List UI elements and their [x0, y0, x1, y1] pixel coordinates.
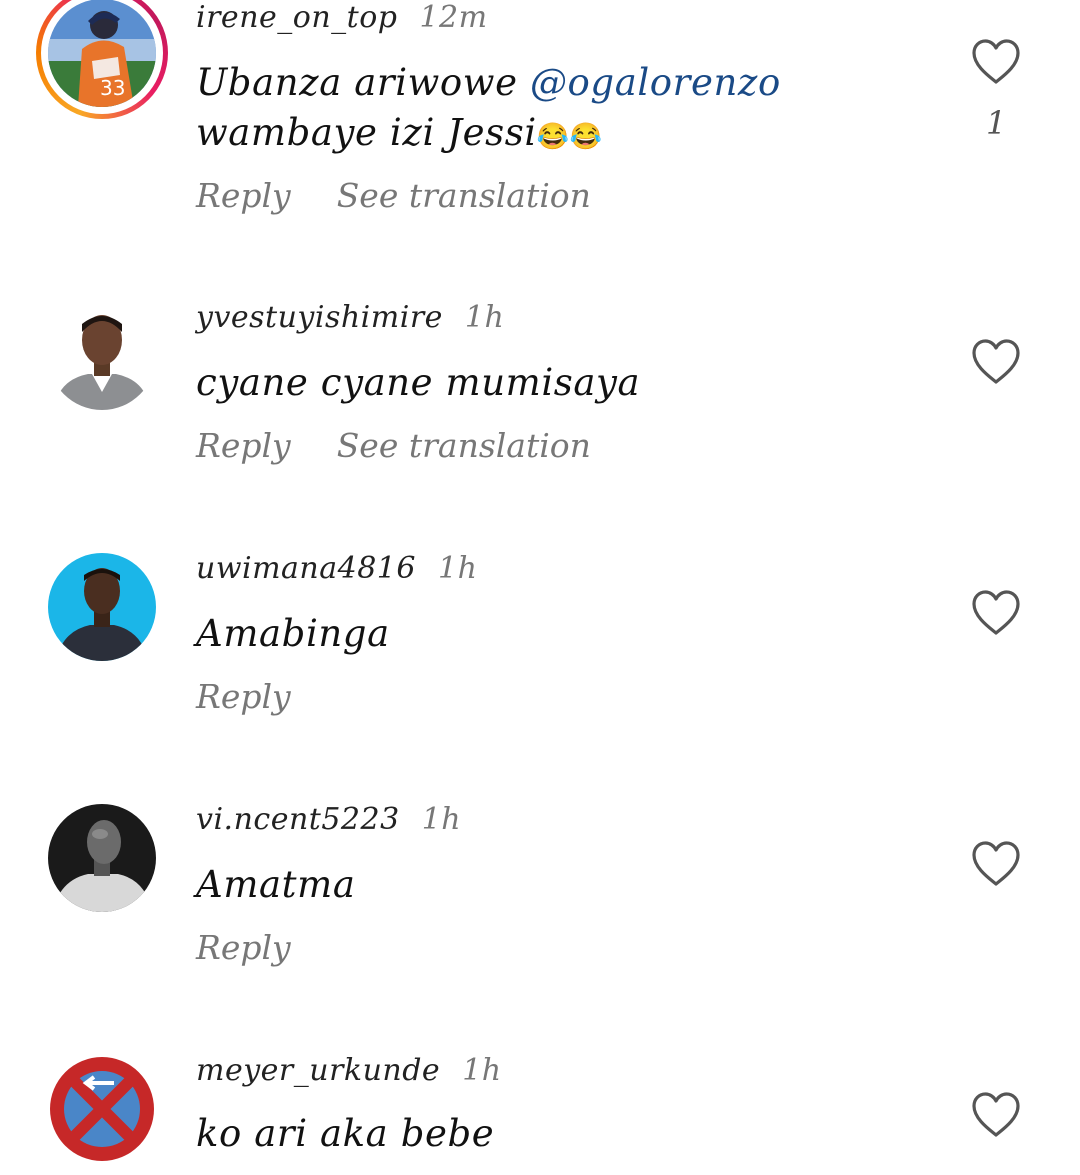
heart-icon[interactable] — [970, 338, 1022, 386]
timestamp: 1h — [421, 802, 462, 837]
no-stopping-sign-icon — [48, 1055, 156, 1163]
username-link[interactable]: irene_on_top — [196, 0, 397, 35]
heart-icon[interactable] — [970, 38, 1022, 86]
heart-icon[interactable] — [970, 1091, 1022, 1139]
timestamp: 12m — [419, 0, 488, 35]
comment-meta: meyer_urkunde 1h — [196, 1053, 502, 1088]
username-link[interactable]: yvestuyishimire — [196, 300, 443, 335]
avatar[interactable] — [48, 804, 156, 912]
avatar[interactable] — [48, 553, 156, 661]
heart-icon[interactable] — [970, 840, 1022, 888]
see-translation-button[interactable]: See translation — [337, 176, 591, 215]
avatar[interactable] — [48, 1055, 156, 1163]
avatar[interactable] — [48, 302, 156, 410]
username-link[interactable]: vi.ncent5223 — [196, 802, 400, 837]
reply-button[interactable]: Reply — [196, 677, 291, 716]
like-count: 1 — [986, 104, 1007, 142]
see-translation-button[interactable]: See translation — [337, 426, 591, 465]
laugh-emoji: 😂😂 — [536, 122, 603, 152]
comment-text: ko ari aka bebe — [196, 1112, 495, 1155]
reply-button[interactable]: Reply — [196, 176, 291, 215]
svg-text:33: 33 — [100, 76, 125, 100]
comment-meta: uwimana4816 1h — [196, 551, 477, 586]
heart-icon[interactable] — [970, 589, 1022, 637]
mention-link[interactable]: @ogalorenzo — [530, 61, 781, 104]
comment-text: Amatma — [196, 863, 356, 906]
timestamp: 1h — [464, 300, 505, 335]
comment-actions: Reply See translation — [196, 426, 591, 465]
comment-text-part: wambaye izi Jessi — [196, 111, 537, 154]
timestamp: 1h — [462, 1053, 502, 1088]
comment-actions: Reply — [196, 928, 291, 967]
comment-text: Ubanza ariwowe @ogalorenzo wambaye izi J… — [196, 58, 916, 162]
comment-meta: vi.ncent5223 1h — [196, 802, 461, 837]
comment-text-part: Ubanza ariwowe — [196, 61, 530, 104]
timestamp: 1h — [437, 551, 478, 586]
username-link[interactable]: meyer_urkunde — [196, 1053, 440, 1088]
comment-text: Amabinga — [196, 612, 390, 655]
story-ring[interactable]: 33 — [36, 0, 168, 119]
username-link[interactable]: uwimana4816 — [196, 551, 416, 586]
comment-actions: Reply — [196, 677, 291, 716]
reply-button[interactable]: Reply — [196, 928, 291, 967]
comment-actions: Reply See translation — [196, 176, 591, 215]
avatar[interactable]: 33 — [48, 0, 156, 107]
comment-meta: yvestuyishimire 1h — [196, 300, 504, 335]
reply-button[interactable]: Reply — [196, 426, 291, 465]
comment-meta: irene_on_top 12m — [196, 0, 488, 35]
comment-text: cyane cyane mumisaya — [196, 361, 641, 404]
